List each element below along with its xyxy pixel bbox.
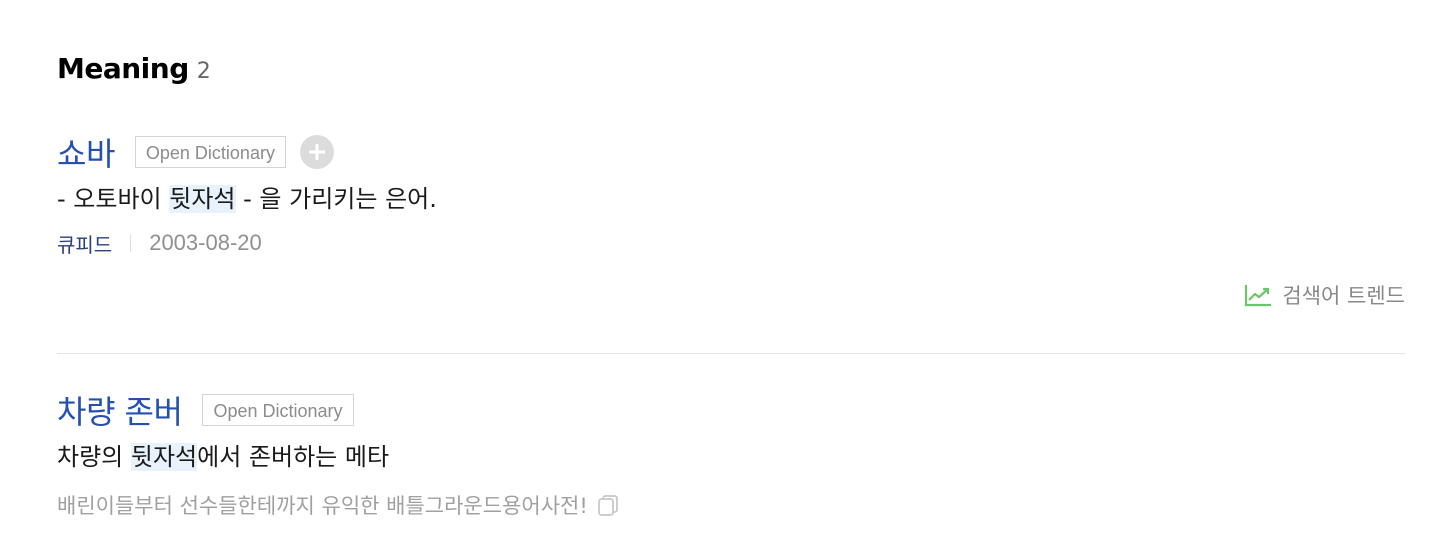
entry-date: 2003-08-20 (149, 230, 262, 255)
trend-chart-icon (1245, 285, 1272, 307)
trend-label: 검색어 트렌드 (1282, 284, 1405, 308)
definition-text: - 오토바이 (57, 185, 170, 213)
entry-definition: - 오토바이 뒷자석 - 을 가리키는 은어. (57, 182, 1405, 216)
section-header: Meaning 2 (57, 52, 211, 92)
entry-meta: 큐피드 2003-08-20 (57, 228, 1405, 258)
meta-divider (130, 234, 132, 252)
definition-text: 에서 존버하는 메타 (197, 443, 390, 471)
copy-icon[interactable] (596, 493, 620, 517)
definition-text: - 을 가리키는 은어. (235, 185, 437, 213)
definition-highlight: 뒷자석 (130, 443, 198, 471)
add-icon[interactable] (299, 135, 334, 169)
section-title: Meaning (57, 52, 189, 85)
entry-divider (57, 353, 1405, 354)
source-badge: Open Dictionary (134, 136, 286, 168)
entry-description: 배린이들부터 선수들한테까지 유익한 배틀그라운드용어사전! (57, 494, 588, 518)
entry-item: 쇼바 Open Dictionary - 오토바이 뒷자석 - 을 가리키는 은… (57, 128, 1405, 308)
entry-description-row: 배린이들부터 선수들한테까지 유익한 배틀그라운드용어사전! (57, 490, 1405, 520)
entry-title-row: 차량 존버 Open Dictionary (57, 386, 1405, 434)
definition-text: 차량의 (57, 443, 131, 471)
entry-definition: 차량의 뒷자석에서 존버하는 메타 (57, 440, 1405, 474)
entry-item: 차량 존버 Open Dictionary 차량의 뒷자석에서 존버하는 메타 … (57, 386, 1405, 520)
entry-title-row: 쇼바 Open Dictionary (57, 128, 1405, 176)
author-link[interactable]: 큐피드 (57, 229, 112, 258)
entry-term-link[interactable]: 차량 존버 (57, 387, 183, 433)
entry-term-link[interactable]: 쇼바 (57, 129, 115, 175)
search-trend-link[interactable]: 검색어 트렌드 (1244, 280, 1405, 310)
definition-highlight: 뒷자석 (169, 185, 236, 213)
source-badge: Open Dictionary (202, 394, 354, 426)
section-count: 2 (196, 59, 211, 84)
